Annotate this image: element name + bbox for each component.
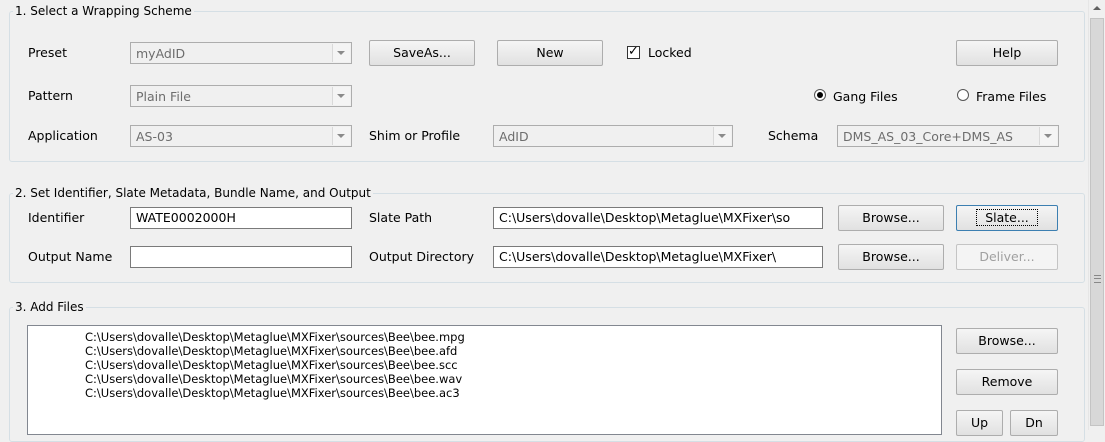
list-item[interactable]: C:\Users\dovalle\Desktop\Metaglue\MXFixe… xyxy=(28,358,941,372)
shim-label: Shim or Profile xyxy=(369,128,461,143)
add-files-legend: 3. Add Files xyxy=(13,300,86,314)
wrapping-scheme-legend: 1. Select a Wrapping Scheme xyxy=(13,4,194,18)
chevron-down-icon[interactable] xyxy=(332,87,350,105)
preset-label: Preset xyxy=(28,45,67,60)
locked-label[interactable]: Locked xyxy=(648,45,692,60)
identifier-label: Identifier xyxy=(28,210,85,225)
list-item[interactable]: C:\Users\dovalle\Desktop\Metaglue\MXFixe… xyxy=(28,344,941,358)
list-item[interactable]: C:\Users\dovalle\Desktop\Metaglue\MXFixe… xyxy=(28,386,941,400)
scroll-up-icon[interactable] xyxy=(1089,0,1105,17)
shim-value: AdID xyxy=(499,129,529,144)
preset-select[interactable]: myAdID xyxy=(130,42,352,64)
grip-icon xyxy=(1094,275,1101,283)
schema-value: DMS_AS_03_Core+DMS_AS xyxy=(843,129,1013,144)
chevron-down-icon[interactable] xyxy=(713,127,731,145)
chevron-down-icon[interactable] xyxy=(332,44,350,62)
schema-select[interactable]: DMS_AS_03_Core+DMS_AS xyxy=(837,125,1059,147)
chevron-down-icon[interactable] xyxy=(1039,127,1057,145)
application-label: Application xyxy=(28,128,98,143)
frame-files-label[interactable]: Frame Files xyxy=(976,89,1046,104)
schema-label: Schema xyxy=(768,128,819,143)
gang-files-radio[interactable] xyxy=(814,89,826,101)
slate-path-field[interactable]: C:\Users\dovalle\Desktop\Metaglue\MXFixe… xyxy=(493,207,823,229)
application-value: AS-03 xyxy=(136,129,173,144)
output-name-label: Output Name xyxy=(28,249,113,264)
output-directory-field[interactable]: C:\Users\dovalle\Desktop\Metaglue\MXFixe… xyxy=(493,246,823,268)
identifier-output-legend: 2. Set Identifier, Slate Metadata, Bundl… xyxy=(13,186,373,200)
output-directory-label: Output Directory xyxy=(369,249,475,264)
file-list[interactable]: C:\Users\dovalle\Desktop\Metaglue\MXFixe… xyxy=(27,325,942,435)
locked-checkbox[interactable]: ✓ xyxy=(627,44,640,59)
shim-select[interactable]: AdID xyxy=(493,125,733,147)
new-button[interactable]: New xyxy=(497,40,603,66)
output-name-field[interactable] xyxy=(130,246,352,268)
checkmark-icon: ✓ xyxy=(628,44,639,59)
application-select[interactable]: AS-03 xyxy=(130,125,352,147)
slate-path-label: Slate Path xyxy=(369,210,433,225)
dn-button[interactable]: Dn xyxy=(1010,410,1058,436)
remove-button[interactable]: Remove xyxy=(956,369,1058,395)
files-browse-button[interactable]: Browse... xyxy=(956,328,1058,354)
chevron-down-icon[interactable] xyxy=(332,127,350,145)
scrollbar-thumb[interactable] xyxy=(1090,18,1104,426)
slate-button-label: Slate... xyxy=(976,209,1038,226)
pattern-label: Pattern xyxy=(28,88,73,103)
pattern-value: Plain File xyxy=(136,89,191,104)
slate-browse-button[interactable]: Browse... xyxy=(838,205,944,231)
pattern-select[interactable]: Plain File xyxy=(130,85,352,107)
gang-files-label[interactable]: Gang Files xyxy=(833,89,898,104)
saveas-button[interactable]: SaveAs... xyxy=(369,40,475,66)
vertical-scrollbar[interactable] xyxy=(1088,0,1105,430)
frame-files-radio[interactable] xyxy=(957,89,969,101)
preset-value: myAdID xyxy=(136,46,186,61)
deliver-button[interactable]: Deliver... xyxy=(956,244,1058,270)
up-button[interactable]: Up xyxy=(956,410,1003,436)
help-button[interactable]: Help xyxy=(956,40,1058,66)
output-browse-button[interactable]: Browse... xyxy=(838,244,944,270)
list-item[interactable]: C:\Users\dovalle\Desktop\Metaglue\MXFixe… xyxy=(28,372,941,386)
identifier-field[interactable]: WATE0002000H xyxy=(130,207,352,229)
slate-button[interactable]: Slate... xyxy=(956,205,1058,231)
list-item[interactable]: C:\Users\dovalle\Desktop\Metaglue\MXFixe… xyxy=(28,326,941,344)
